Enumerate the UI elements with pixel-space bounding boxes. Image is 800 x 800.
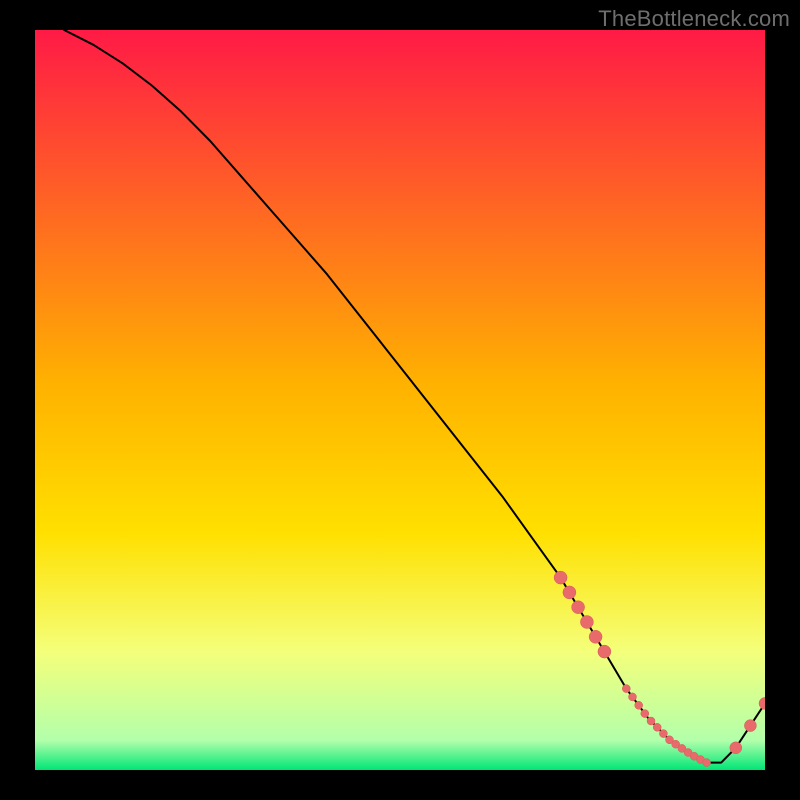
chart-frame: TheBottleneck.com [0,0,800,800]
data-point-dot [653,723,661,731]
data-point-dot [572,601,585,614]
data-point-dot [629,693,637,701]
data-point-dot [647,717,655,725]
plot-area [35,30,765,770]
data-point-dot [744,720,756,732]
gradient-background [35,30,765,770]
data-point-dot [554,571,567,584]
data-point-dot [635,701,643,709]
chart-svg [35,30,765,770]
data-point-dot [703,759,711,767]
data-point-dot [598,645,611,658]
data-point-dot [641,710,649,718]
data-point-dot [730,742,742,754]
data-point-dot [563,586,576,599]
data-point-dot [622,685,630,693]
data-point-dot [580,616,593,629]
watermark-text: TheBottleneck.com [598,6,790,32]
data-point-dot [659,730,667,738]
data-point-dot [589,630,602,643]
